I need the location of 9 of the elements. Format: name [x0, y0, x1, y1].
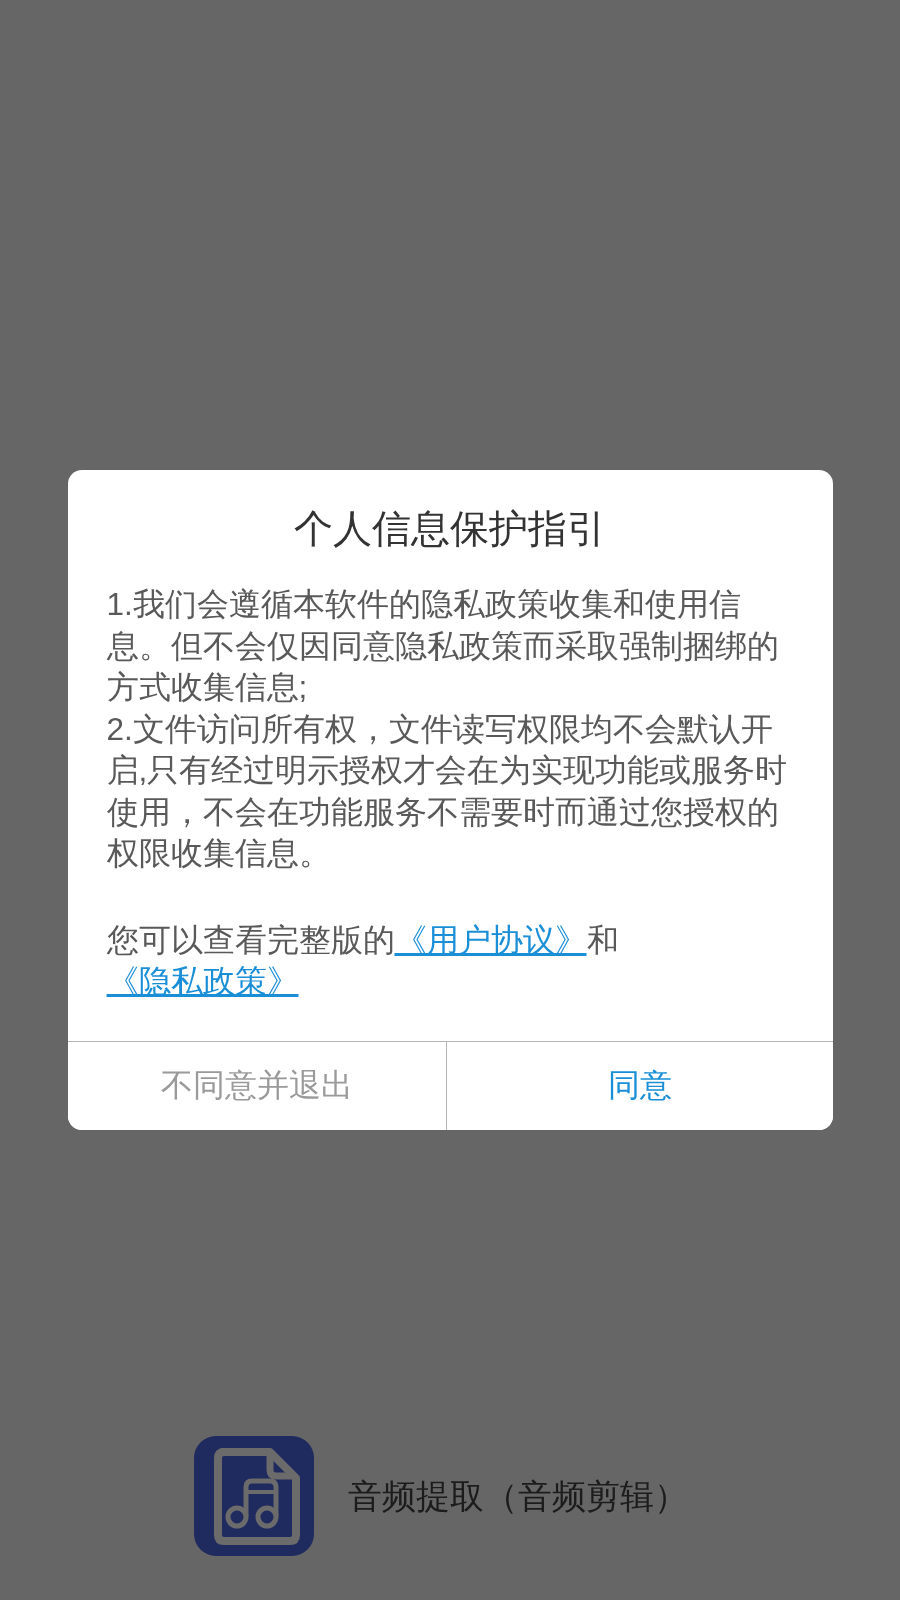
policy-link[interactable]: 《隐私政策》: [106, 962, 299, 999]
decline-button[interactable]: 不同意并退出: [67, 1041, 447, 1130]
policy-text: 2.文件访问所有权，文件读写权限均不会默认开启,只有经过明示授权才会在为实现功能或服务时使用，不会在功能服务不需要时而通过您授权的权限收集信息。: [106, 709, 789, 873]
policy-text: 1.我们会遵循本软件的隐私政策收集和使用信息。但不会仅因同意隐私政策而采取强制捆绑的方式收集信息;: [106, 585, 780, 707]
policy-notice: 您可以查看完整版的《用户协议》和 《隐私政策》: [106, 920, 620, 1001]
dialog-title: 个人信息保护指引: [294, 506, 606, 552]
music-file-icon: [194, 1436, 314, 1556]
policy-link[interactable]: 《用户协议》: [394, 921, 587, 958]
app-name: 音频提取（音频剪辑）: [348, 1476, 688, 1516]
